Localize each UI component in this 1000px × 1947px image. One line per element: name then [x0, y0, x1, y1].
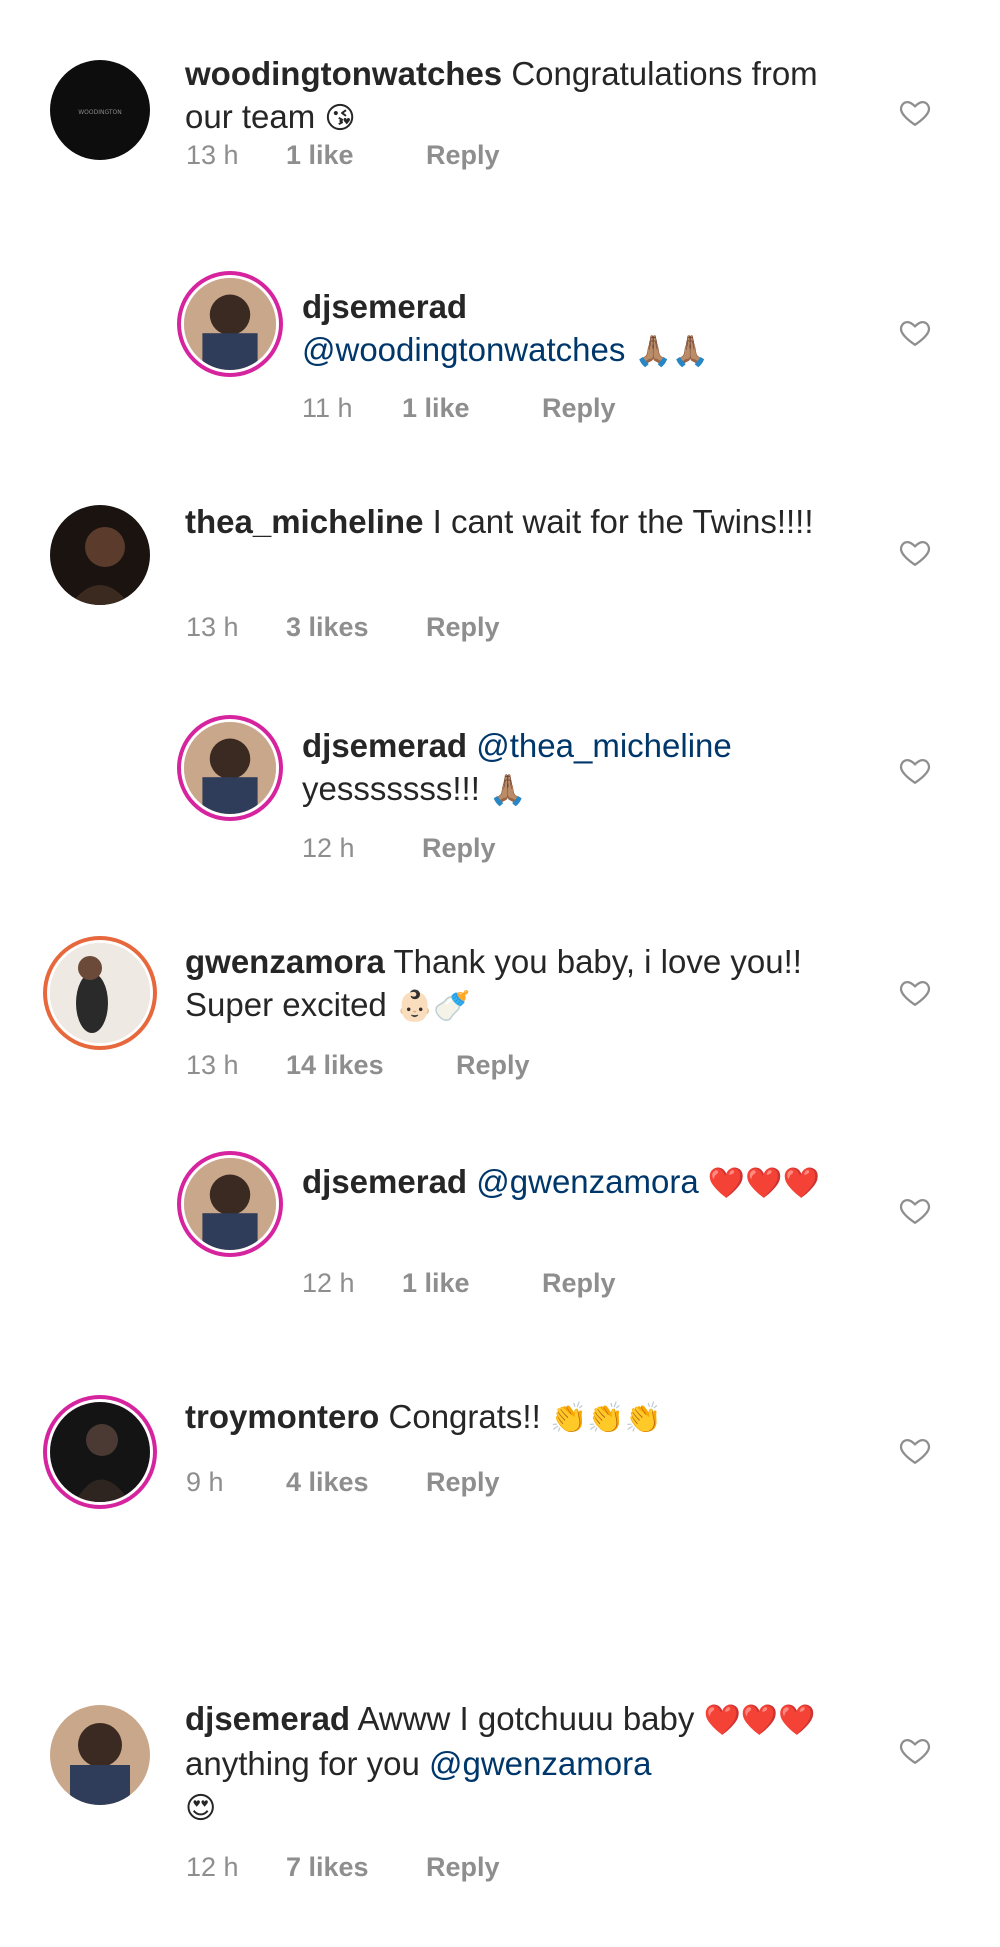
likes-count[interactable]: 14 likes: [286, 1050, 456, 1081]
comment-text: djsemerad @woodingtonwatches 🙏🏽🙏🏽: [302, 285, 842, 373]
reply-button[interactable]: Reply: [542, 393, 616, 424]
comment-meta: 11 h 1 like Reply: [302, 393, 616, 424]
svg-text:WOODINGTON: WOODINGTON: [78, 109, 122, 116]
avatar-woodingtonwatches[interactable]: WOODINGTON: [50, 60, 150, 160]
emoji: 👏👏👏: [549, 1401, 662, 1436]
comment-meta: 12 h 7 likes Reply: [186, 1852, 500, 1883]
avatar-djsemerad[interactable]: [184, 722, 276, 814]
comment-body-2: anything for you: [185, 1745, 420, 1782]
emoji: 😍: [185, 1791, 217, 1826]
heart-outline-icon[interactable]: [898, 535, 932, 569]
heart-outline-icon[interactable]: [898, 95, 932, 129]
username-link[interactable]: gwenzamora: [185, 943, 385, 980]
comment-text: woodingtonwatches Congratulations from o…: [185, 52, 825, 140]
timestamp: 12 h: [186, 1852, 239, 1882]
avatar-thea-micheline[interactable]: [50, 505, 150, 605]
username-link[interactable]: djsemerad: [302, 288, 467, 325]
comment-meta: 12 h 1 like Reply: [302, 1268, 616, 1299]
likes-count[interactable]: 1 like: [402, 1268, 542, 1299]
reply-button[interactable]: Reply: [422, 833, 496, 864]
avatar-gwenzamora[interactable]: [50, 943, 150, 1043]
comment-meta: 12 h Reply: [302, 833, 496, 864]
comment-text: thea_micheline I cant wait for the Twins…: [185, 500, 825, 543]
heart-outline-icon[interactable]: [898, 1433, 932, 1467]
avatar-djsemerad[interactable]: [50, 1705, 150, 1805]
likes-count[interactable]: 7 likes: [286, 1852, 426, 1883]
comment-meta: 9 h 4 likes Reply: [186, 1467, 500, 1498]
comment-text: djsemerad @thea_micheline yesssssss!!! 🙏…: [302, 724, 842, 812]
username-link[interactable]: troymontero: [185, 1398, 379, 1435]
avatar-djsemerad[interactable]: [184, 1158, 276, 1250]
heart-outline-icon[interactable]: [898, 315, 932, 349]
comment-body: Congrats!!: [388, 1398, 541, 1435]
emoji: 🙏🏽🙏🏽: [634, 334, 710, 369]
likes-count[interactable]: 1 like: [402, 393, 542, 424]
comment-body: Awww I gotchuuu baby: [357, 1700, 695, 1737]
username-link[interactable]: djsemerad: [302, 1163, 467, 1200]
username-link[interactable]: djsemerad: [302, 727, 467, 764]
avatar-troymontero[interactable]: [50, 1402, 150, 1502]
timestamp: 11 h: [302, 393, 353, 423]
reply-button[interactable]: Reply: [542, 1268, 616, 1299]
username-link[interactable]: thea_micheline: [185, 503, 423, 540]
username-link[interactable]: woodingtonwatches: [185, 55, 502, 92]
reply-button[interactable]: Reply: [426, 612, 500, 643]
likes-count[interactable]: 1 like: [286, 140, 426, 171]
comment-body: yesssssss!!!: [302, 770, 480, 807]
mention-link[interactable]: @thea_micheline: [476, 727, 731, 764]
reply-button[interactable]: Reply: [426, 1467, 500, 1498]
heart-outline-icon[interactable]: [898, 753, 932, 787]
comment-text: gwenzamora Thank you baby, i love you!! …: [185, 940, 825, 1028]
comment-text: djsemerad Awww I gotchuuu baby ❤️❤️❤️ an…: [185, 1697, 825, 1830]
timestamp: 9 h: [186, 1467, 224, 1497]
comment-meta: 13 h 3 likes Reply: [186, 612, 500, 643]
timestamp: 12 h: [302, 1268, 355, 1298]
comment-meta: 13 h 14 likes Reply: [186, 1050, 530, 1081]
emoji: 👶🏻🍼: [395, 989, 471, 1024]
avatar-djsemerad[interactable]: [184, 278, 276, 370]
mention-link[interactable]: @gwenzamora: [476, 1163, 698, 1200]
timestamp: 13 h: [186, 140, 239, 170]
reply-button[interactable]: Reply: [426, 140, 500, 171]
timestamp: 12 h: [302, 833, 355, 863]
emoji: ❤️❤️❤️: [707, 1166, 820, 1201]
emoji: ❤️❤️❤️: [703, 1703, 816, 1738]
emoji: 🙏🏽: [489, 773, 527, 808]
comment-meta: 13 h 1 like Reply: [186, 140, 500, 171]
timestamp: 13 h: [186, 1050, 239, 1080]
timestamp: 13 h: [186, 612, 239, 642]
comment-text: troymontero Congrats!! 👏👏👏: [185, 1395, 825, 1440]
username-link[interactable]: djsemerad: [185, 1700, 350, 1737]
comment-body: I cant wait for the Twins!!!!: [432, 503, 814, 540]
reply-button[interactable]: Reply: [426, 1852, 500, 1883]
heart-outline-icon[interactable]: [898, 1193, 932, 1227]
mention-link[interactable]: @gwenzamora: [429, 1745, 651, 1782]
heart-outline-icon[interactable]: [898, 1733, 932, 1767]
likes-count[interactable]: 4 likes: [286, 1467, 426, 1498]
heart-outline-icon[interactable]: [898, 975, 932, 1009]
comment-text: djsemerad @gwenzamora ❤️❤️❤️: [302, 1160, 822, 1205]
likes-count[interactable]: 3 likes: [286, 612, 426, 643]
emoji: 😘: [324, 101, 356, 136]
mention-link[interactable]: @woodingtonwatches: [302, 331, 625, 368]
reply-button[interactable]: Reply: [456, 1050, 530, 1081]
